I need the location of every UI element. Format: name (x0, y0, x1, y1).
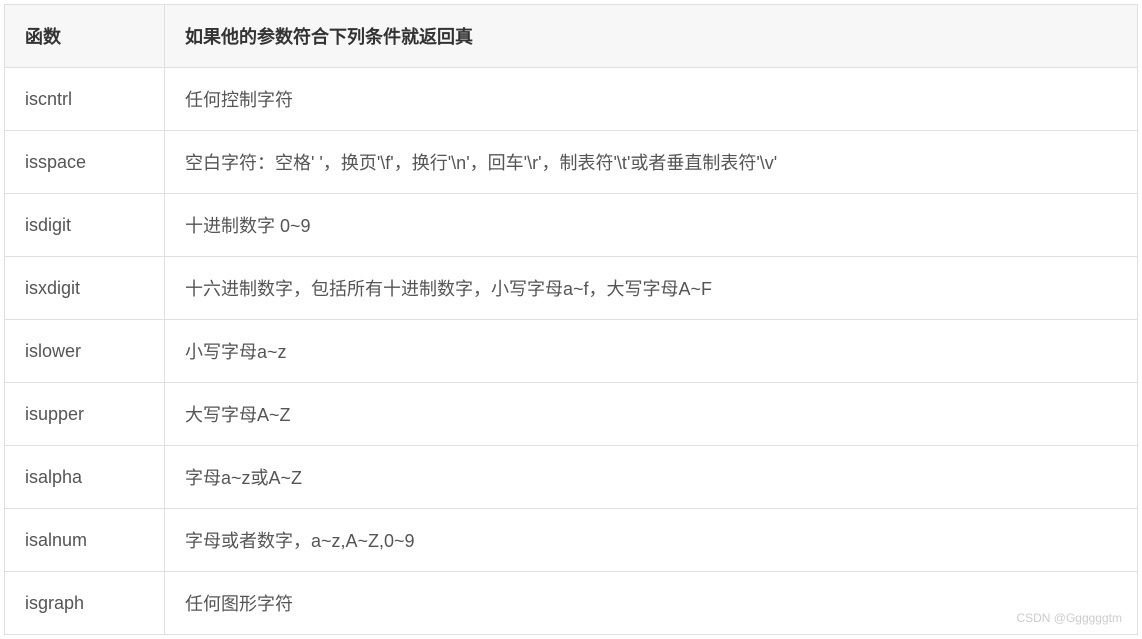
function-name-cell: isdigit (5, 194, 165, 257)
function-name-cell: isalnum (5, 509, 165, 572)
table-row: isxdigit 十六进制数字，包括所有十进制数字，小写字母a~f，大写字母A~… (5, 257, 1138, 320)
function-desc-cell: 字母a~z或A~Z (165, 446, 1138, 509)
function-name-cell: isupper (5, 383, 165, 446)
table-row: isdigit 十进制数字 0~9 (5, 194, 1138, 257)
function-desc-cell: 十进制数字 0~9 (165, 194, 1138, 257)
function-name-cell: isxdigit (5, 257, 165, 320)
table-row: islower 小写字母a~z (5, 320, 1138, 383)
function-desc-cell: 任何图形字符 (165, 572, 1138, 635)
table-row: isalpha 字母a~z或A~Z (5, 446, 1138, 509)
function-desc-cell: 任何控制字符 (165, 68, 1138, 131)
table-header-row: 函数 如果他的参数符合下列条件就返回真 (5, 5, 1138, 68)
header-description: 如果他的参数符合下列条件就返回真 (165, 5, 1138, 68)
header-function: 函数 (5, 5, 165, 68)
table-row: isupper 大写字母A~Z (5, 383, 1138, 446)
function-name-cell: iscntrl (5, 68, 165, 131)
char-classification-table: 函数 如果他的参数符合下列条件就返回真 iscntrl 任何控制字符 isspa… (4, 4, 1138, 635)
table-row: isspace 空白字符：空格' '，换页'\f'，换行'\n'，回车'\r'，… (5, 131, 1138, 194)
function-name-cell: isgraph (5, 572, 165, 635)
function-name-cell: isspace (5, 131, 165, 194)
function-name-cell: isalpha (5, 446, 165, 509)
function-name-cell: islower (5, 320, 165, 383)
function-desc-cell: 大写字母A~Z (165, 383, 1138, 446)
table-row: isalnum 字母或者数字，a~z,A~Z,0~9 (5, 509, 1138, 572)
table-row: isgraph 任何图形字符 (5, 572, 1138, 635)
watermark-text: CSDN @Ggggggtm (1016, 611, 1122, 625)
function-desc-cell: 小写字母a~z (165, 320, 1138, 383)
function-desc-cell: 字母或者数字，a~z,A~Z,0~9 (165, 509, 1138, 572)
table-row: iscntrl 任何控制字符 (5, 68, 1138, 131)
function-desc-cell: 空白字符：空格' '，换页'\f'，换行'\n'，回车'\r'，制表符'\t'或… (165, 131, 1138, 194)
function-desc-cell: 十六进制数字，包括所有十进制数字，小写字母a~f，大写字母A~F (165, 257, 1138, 320)
